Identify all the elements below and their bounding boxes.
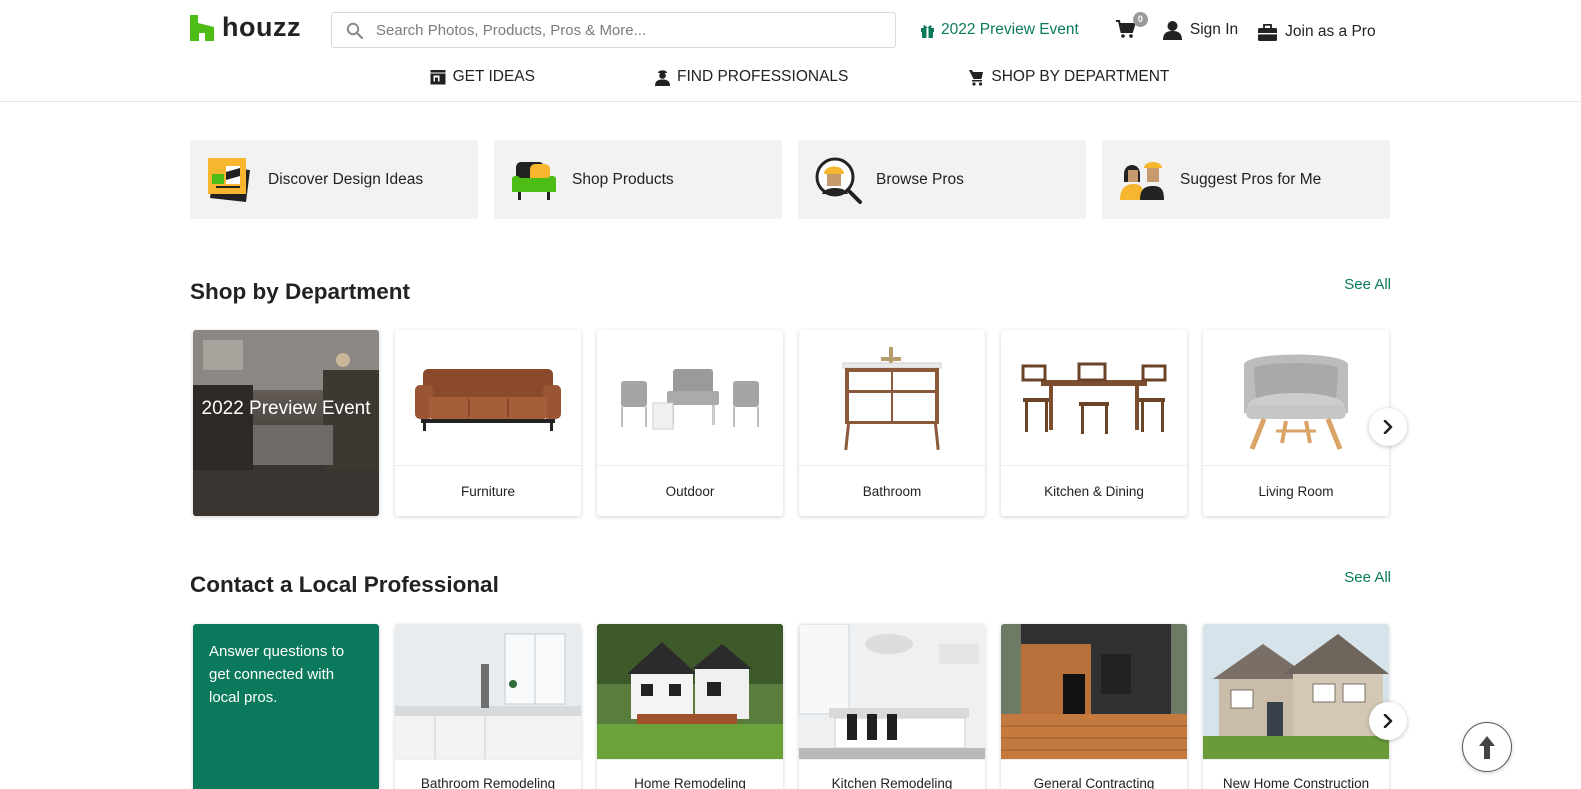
department-tile-kitchen-dining[interactable]: Kitchen & Dining xyxy=(1001,330,1187,516)
preview-event-photo xyxy=(193,330,379,516)
professional-icon xyxy=(654,69,670,86)
pro-category-label: Bathroom Remodeling xyxy=(395,759,581,789)
pro-tile-new-home-construction[interactable]: New Home Construction xyxy=(1203,624,1389,789)
suggest-pros-icon xyxy=(1120,161,1164,200)
nav-shop-by-department[interactable]: SHOP BY DEPARTMENT xyxy=(968,68,1169,86)
nav-find-professionals[interactable]: FIND PROFESSIONALS xyxy=(654,68,849,86)
join-pro-label: Join as a Pro xyxy=(1285,23,1376,40)
shopping-cart-icon xyxy=(969,69,984,86)
pro-category-label: Home Remodeling xyxy=(597,759,783,789)
sign-in-link[interactable]: Sign In xyxy=(1162,20,1239,40)
preview-event-tile[interactable]: 2022 Preview Event xyxy=(193,330,379,516)
quick-action-label: Browse Pros xyxy=(876,170,964,188)
search-input[interactable] xyxy=(376,21,856,39)
sign-in-label: Sign In xyxy=(1189,21,1239,38)
logo-text: houzz xyxy=(222,12,301,42)
pro-section-title: Contact a Local Professional xyxy=(190,572,499,597)
cart-count-badge: 0 xyxy=(1132,12,1148,27)
nav-label: GET IDEAS xyxy=(452,68,535,85)
department-tile-furniture[interactable]: Furniture xyxy=(395,330,581,516)
pro-tile-home-remodeling[interactable]: Home Remodeling xyxy=(597,624,783,789)
new-home-photo xyxy=(1203,624,1389,759)
cart-button[interactable]: 0 xyxy=(1115,12,1148,42)
pro-see-all-link[interactable]: See All xyxy=(1344,569,1391,586)
browse-pros-card[interactable]: Browse Pros xyxy=(798,140,1086,219)
department-label: Kitchen & Dining xyxy=(1001,465,1187,516)
discover-design-ideas-card[interactable]: Discover Design Ideas xyxy=(190,140,478,219)
nav-label: SHOP BY DEPARTMENT xyxy=(991,68,1170,85)
join-as-pro-link[interactable]: Join as a Pro xyxy=(1258,23,1376,41)
dining-set-image xyxy=(1021,362,1167,434)
bathroom-photo xyxy=(395,624,581,759)
pro-category-label: New Home Construction xyxy=(1203,759,1389,789)
kitchen-photo xyxy=(799,624,985,759)
nav-get-ideas[interactable]: GET IDEAS xyxy=(430,68,535,86)
chevron-right-icon xyxy=(1383,420,1393,434)
shop-products-card[interactable]: Shop Products xyxy=(494,140,782,219)
get-connected-text: Answer questions to get connected with l… xyxy=(209,643,345,706)
quick-action-label: Suggest Pros for Me xyxy=(1180,170,1322,188)
sofa-image xyxy=(415,368,561,431)
department-carousel: 2022 Preview Event Furniture Outdoor Bat… xyxy=(193,330,1389,516)
quick-action-label: Shop Products xyxy=(572,170,674,188)
armchair-image xyxy=(1244,354,1348,450)
browse-pros-icon xyxy=(815,157,862,204)
pro-category-label: Kitchen Remodeling xyxy=(799,759,985,789)
header-links: 2022 Preview Event 0 Sign In Join as a P… xyxy=(920,12,1376,44)
nav-label: FIND PROFESSIONALS xyxy=(676,68,849,85)
gift-icon xyxy=(921,24,934,38)
professional-next-button[interactable] xyxy=(1369,702,1407,740)
shop-see-all-link[interactable]: See All xyxy=(1344,276,1391,293)
houzz-logo[interactable]: houzz xyxy=(190,12,301,43)
professional-carousel: Answer questions to get connected with l… xyxy=(193,624,1389,789)
design-ideas-icon xyxy=(208,157,250,202)
ideas-icon xyxy=(430,70,446,85)
patio-set-image xyxy=(621,368,759,429)
scroll-to-top-button[interactable] xyxy=(1462,722,1512,772)
home-remodel-photo xyxy=(597,624,783,759)
preview-event-tile-label: 2022 Preview Event xyxy=(201,398,371,419)
site-header: houzz 2022 Preview Event 0 Sign In Join … xyxy=(0,0,1581,102)
search-bar[interactable] xyxy=(331,12,896,48)
vanity-image xyxy=(842,346,942,450)
briefcase-icon xyxy=(1258,23,1278,41)
department-tile-living-room[interactable]: Living Room xyxy=(1203,330,1389,516)
preview-event-label: 2022 Preview Event xyxy=(941,21,1079,38)
quick-action-label: Discover Design Ideas xyxy=(268,170,424,188)
preview-event-link[interactable]: 2022 Preview Event xyxy=(920,21,1079,39)
pro-tile-bathroom-remodeling[interactable]: Bathroom Remodeling xyxy=(395,624,581,789)
department-label: Furniture xyxy=(395,465,581,516)
main-nav: GET IDEAS FIND PROFESSIONALS SHOP BY DEP… xyxy=(0,68,1581,86)
pro-category-label: General Contracting xyxy=(1001,759,1187,789)
arrow-up-icon xyxy=(1479,736,1495,759)
user-icon xyxy=(1162,21,1182,40)
department-label: Living Room xyxy=(1203,465,1389,516)
pro-tile-general-contracting[interactable]: General Contracting xyxy=(1001,624,1187,789)
department-tile-bathroom[interactable]: Bathroom xyxy=(799,330,985,516)
get-connected-tile[interactable]: Answer questions to get connected with l… xyxy=(193,624,379,789)
suggest-pros-card[interactable]: Suggest Pros for Me xyxy=(1102,140,1390,219)
houzz-logo-icon xyxy=(190,14,214,41)
contracting-photo xyxy=(1001,624,1187,759)
chevron-right-icon xyxy=(1383,714,1393,728)
department-tile-outdoor[interactable]: Outdoor xyxy=(597,330,783,516)
shop-products-icon xyxy=(512,161,556,200)
search-icon xyxy=(346,21,364,39)
pro-tile-kitchen-remodeling[interactable]: Kitchen Remodeling xyxy=(799,624,985,789)
department-next-button[interactable] xyxy=(1369,408,1407,446)
quick-actions: Discover Design Ideas Shop Products Brow… xyxy=(190,140,1390,219)
department-label: Outdoor xyxy=(597,465,783,516)
department-label: Bathroom xyxy=(799,465,985,516)
shop-section-title: Shop by Department xyxy=(190,279,411,304)
